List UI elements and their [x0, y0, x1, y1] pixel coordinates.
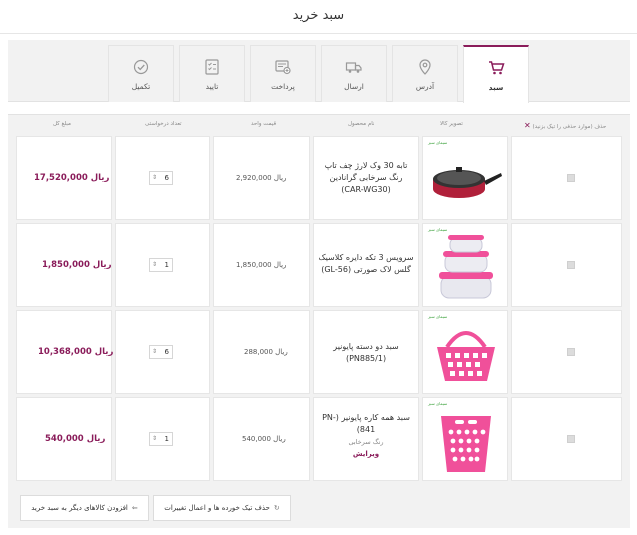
header-quantity: تعداد درخواستی: [145, 121, 182, 127]
close-icon: ✕: [524, 121, 531, 130]
unit-price: 1,850,000 ریال: [236, 261, 287, 269]
quantity-cell: ⇕ 6: [115, 136, 210, 220]
delete-cell: [511, 310, 622, 394]
unit-price-cell: 540,000 ریال: [213, 397, 310, 481]
product-name: سبد همه کاره پایونیر (PN-841) رنگ سرخابی…: [318, 412, 414, 460]
unit-price-cell: 1,850,000 ریال: [213, 223, 310, 307]
checkout-steps: سبد آدرس ارسال پرداخت تایید تکمیل: [8, 40, 630, 103]
step-cart[interactable]: سبد: [463, 45, 529, 103]
quantity-stepper[interactable]: ⇕ 6: [149, 171, 173, 185]
spinner-icon: ⇕: [152, 435, 158, 442]
name-cell: سبد دو دسته پایونیر (PN885/1): [313, 310, 419, 394]
image-cell: سیمای سبز: [422, 136, 508, 220]
spinner-icon: ⇕: [152, 348, 158, 355]
step-payment[interactable]: پرداخت: [250, 45, 316, 102]
delete-cell: [511, 397, 622, 481]
delete-checkbox[interactable]: [567, 435, 575, 443]
header-image: تصویر کالا: [440, 121, 463, 127]
arrow-left-icon: ⇐: [131, 504, 138, 512]
header-delete: ✕ حذف (موارد حذفی را تیک بزنید): [524, 121, 607, 130]
step-address[interactable]: آدرس: [392, 45, 458, 102]
step-label: پرداخت: [271, 82, 295, 91]
payment-icon: [274, 58, 292, 76]
image-cell: سیمای سبز: [422, 223, 508, 307]
unit-price-cell: 2,920,000 ریال: [213, 136, 310, 220]
check-circle-icon: [132, 58, 150, 76]
step-shipping[interactable]: ارسال: [321, 45, 387, 102]
checklist-icon: [203, 58, 221, 76]
delete-checkbox[interactable]: [567, 348, 575, 356]
total-cell: 540,000 ریال: [16, 397, 112, 481]
delete-checkbox[interactable]: [567, 174, 575, 182]
row-total: 17,520,000 ریال: [34, 173, 110, 183]
unit-price: 2,920,000 ریال: [236, 174, 287, 182]
header-name: نام محصول: [348, 121, 375, 127]
delete-cell: [511, 223, 622, 307]
step-confirm[interactable]: تایید: [179, 45, 245, 102]
basket-icon: [437, 331, 495, 381]
row-total: 10,368,000 ریال: [38, 347, 114, 357]
edit-link[interactable]: ویرایش: [318, 448, 414, 460]
name-cell: تابه 30 وک لارژ چف تاپ رنگ سرخابی گراناد…: [313, 136, 419, 220]
quantity-stepper[interactable]: ⇕ 1: [149, 258, 173, 272]
name-cell: سرویس 3 تکه دایره کلاسیک گلس لاک صورتی (…: [313, 223, 419, 307]
total-cell: 10,368,000 ریال: [16, 310, 114, 394]
total-cell: 1,850,000 ریال: [16, 223, 112, 307]
image-cell: سیمای سبز: [422, 397, 508, 481]
row-total: 1,850,000 ریال: [42, 260, 112, 270]
unit-price: 288,000 ریال: [244, 348, 288, 356]
spinner-icon: ⇕: [152, 261, 158, 268]
product-name: تابه 30 وک لارژ چف تاپ رنگ سرخابی گراناد…: [324, 161, 408, 194]
header-unit-price: قیمت واحد: [251, 121, 277, 127]
cart-table: ✕ حذف (موارد حذفی را تیک بزنید) تصویر کا…: [8, 114, 630, 528]
row-total: 540,000 ریال: [45, 434, 106, 444]
name-cell: سبد همه کاره پایونیر (PN-841) رنگ سرخابی…: [313, 397, 419, 481]
header-total: مبلغ کل: [53, 121, 71, 127]
spinner-icon: ⇕: [152, 174, 158, 181]
glass-containers-icon: [439, 235, 493, 299]
quantity-stepper[interactable]: ⇕ 6: [149, 345, 173, 359]
quantity-stepper[interactable]: ⇕ 1: [149, 432, 173, 446]
truck-icon: [345, 58, 363, 76]
quantity-cell: ⇕ 1: [115, 223, 210, 307]
step-label: تایید: [205, 82, 219, 91]
total-cell: 17,520,000 ریال: [16, 136, 112, 220]
location-pin-icon: [416, 58, 434, 76]
step-complete[interactable]: تکمیل: [108, 45, 174, 102]
step-label: ارسال: [344, 82, 364, 91]
cart-icon: [487, 59, 505, 77]
step-label: سبد: [488, 83, 504, 92]
delete-cell: [511, 136, 622, 220]
step-label: تکمیل: [131, 82, 151, 91]
frying-pan-icon: [433, 167, 502, 198]
delete-checkbox[interactable]: [567, 261, 575, 269]
image-cell: سیمای سبز: [422, 310, 508, 394]
unit-price-cell: 288,000 ریال: [213, 310, 310, 394]
laundry-basket-icon: [441, 416, 491, 472]
product-name: سرویس 3 تکه دایره کلاسیک گلس لاک صورتی (…: [318, 253, 414, 274]
quantity-cell: ⇕ 1: [115, 397, 210, 481]
refresh-icon: ↻: [273, 504, 280, 512]
page-title: سبد خرید: [0, 0, 637, 34]
product-name: سبد دو دسته پایونیر (PN885/1): [333, 342, 399, 363]
unit-price: 540,000 ریال: [242, 435, 286, 443]
step-label: آدرس: [415, 82, 435, 91]
delete-and-update-button[interactable]: حذف تیک خورده ها و اعمال تغییرات ↻: [153, 495, 291, 521]
add-more-items-button[interactable]: افزودن کالاهای دیگر به سبد خرید ⇐: [20, 495, 149, 521]
quantity-cell: ⇕ 6: [115, 310, 210, 394]
product-variant: رنگ سرخابی: [348, 438, 384, 446]
